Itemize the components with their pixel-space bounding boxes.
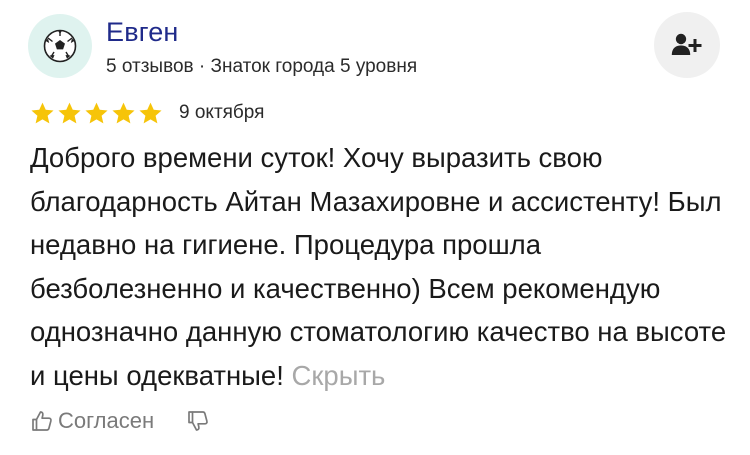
star-icon — [84, 101, 109, 126]
author-name[interactable]: Евген — [106, 16, 179, 48]
thumbs-down-icon — [188, 411, 208, 431]
star-icon — [138, 101, 163, 126]
follow-button[interactable] — [654, 12, 720, 78]
review-date: 9 октября — [179, 102, 265, 123]
star-icon — [111, 101, 136, 126]
review-body: Доброго времени суток! Хочу выразить сво… — [30, 142, 727, 391]
thumbs-up-icon — [32, 411, 52, 431]
rating-row: 9 октября — [30, 99, 264, 127]
soccer-ball-icon — [43, 29, 77, 63]
avatar[interactable] — [28, 14, 92, 78]
agree-button[interactable]: Согласен — [30, 408, 154, 434]
star-icon — [30, 101, 55, 126]
add-user-icon — [671, 33, 702, 55]
author-meta: 5 отзывов · Знаток города 5 уровня — [106, 56, 418, 77]
star-rating — [30, 101, 163, 126]
hide-link[interactable]: Скрыть — [292, 360, 386, 391]
dislike-button[interactable] — [186, 409, 210, 433]
review-text: Доброго времени суток! Хочу выразить сво… — [30, 136, 730, 397]
review-actions: Согласен — [30, 404, 210, 438]
agree-label: Согласен — [58, 408, 155, 433]
star-icon — [57, 101, 82, 126]
